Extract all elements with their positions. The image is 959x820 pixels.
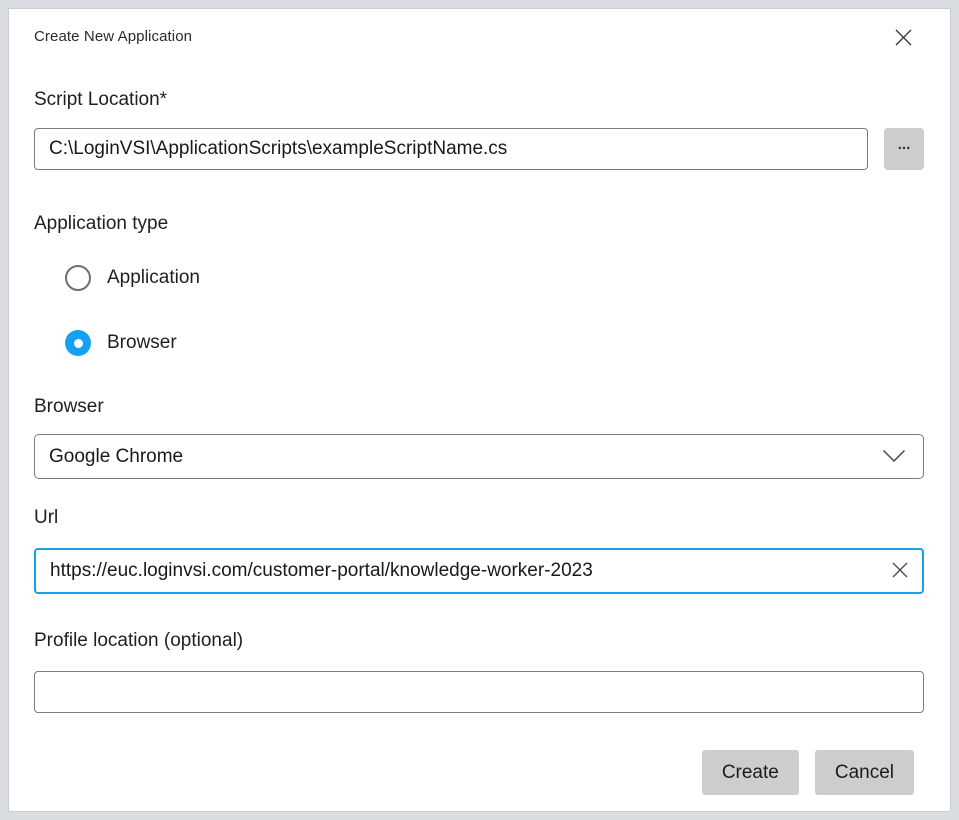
close-icon: [895, 29, 912, 46]
dialog-title: Create New Application: [34, 26, 192, 45]
browse-button[interactable]: ...: [884, 128, 924, 170]
url-input[interactable]: https://euc.loginvsi.com/customer-portal…: [34, 548, 924, 594]
browser-label: Browser: [34, 395, 924, 418]
script-location-label: Script Location*: [34, 88, 924, 111]
create-button[interactable]: Create: [702, 750, 799, 795]
chevron-down-icon: [883, 450, 905, 463]
script-location-row: ...: [34, 128, 924, 170]
script-location-input[interactable]: [34, 128, 868, 170]
dialog-title-bar: Create New Application: [34, 26, 924, 52]
url-input-value: https://euc.loginvsi.com/customer-portal…: [50, 560, 593, 582]
close-button[interactable]: [888, 22, 918, 52]
radio-option-application[interactable]: Application: [65, 265, 924, 291]
url-label: Url: [34, 506, 924, 529]
profile-location-input[interactable]: [34, 671, 924, 713]
application-type-label: Application type: [34, 212, 924, 235]
radio-checked-icon[interactable]: [65, 330, 91, 356]
dialog-backdrop: Create New Application Script Location* …: [0, 0, 959, 820]
radio-label-application: Application: [107, 267, 200, 289]
cancel-button[interactable]: Cancel: [815, 750, 914, 795]
clear-url-button[interactable]: [892, 562, 908, 581]
browser-select[interactable]: Google Chrome: [34, 434, 924, 479]
radio-label-browser: Browser: [107, 332, 177, 354]
radio-unchecked-icon[interactable]: [65, 265, 91, 291]
create-application-dialog: Create New Application Script Location* …: [8, 8, 951, 812]
browser-select-value: Google Chrome: [49, 446, 183, 468]
profile-location-label: Profile location (optional): [34, 629, 924, 652]
clear-icon: [892, 562, 908, 581]
radio-option-browser[interactable]: Browser: [65, 330, 924, 356]
dialog-actions: Create Cancel: [34, 750, 924, 795]
